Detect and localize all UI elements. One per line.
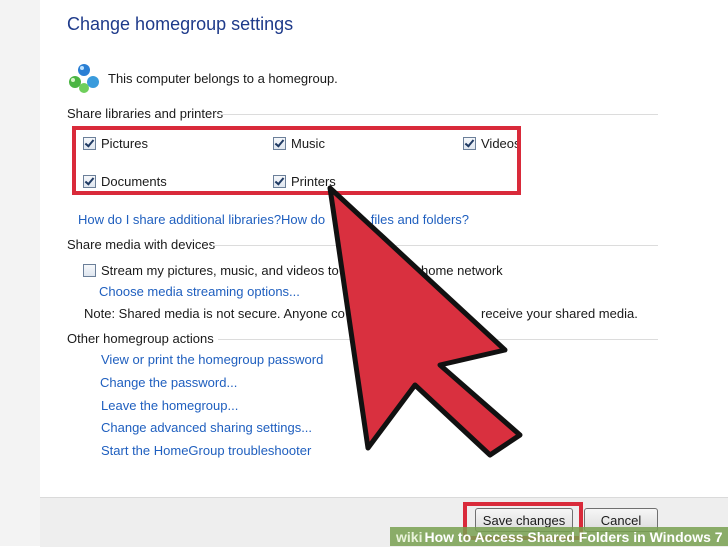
- homegroup-icon: [69, 64, 99, 93]
- section-divider: [218, 114, 658, 115]
- media-security-note-tail: receive your shared media.: [481, 306, 638, 321]
- section-divider: [218, 339, 658, 340]
- left-nav-strip: [0, 0, 40, 546]
- link-advanced-sharing[interactable]: Change advanced sharing settings...: [101, 420, 312, 435]
- section-other-actions: Other homegroup actions: [67, 331, 214, 346]
- link-change-password[interactable]: Change the password...: [100, 375, 237, 390]
- link-view-print-password[interactable]: View or print the homegroup password: [101, 352, 323, 367]
- media-security-note: Note: Shared media is not secure. Anyone…: [84, 306, 345, 321]
- caption-bar: wiki How to Access Shared Folders in Win…: [390, 527, 728, 546]
- link-leave-homegroup[interactable]: Leave the homegroup...: [101, 398, 238, 413]
- page-title: Change homegroup settings: [67, 14, 294, 34]
- checkbox-stream-media-box[interactable]: [83, 264, 96, 277]
- link-share-additional-libraries[interactable]: How do I share additional libraries?: [78, 212, 281, 227]
- link-homegroup-troubleshooter[interactable]: Start the HomeGroup troubleshooter: [101, 443, 311, 458]
- libraries-highlight-frame: [72, 126, 521, 195]
- homegroup-status: This computer belongs to a homegroup.: [108, 71, 338, 86]
- caption-brand: wiki: [396, 528, 423, 545]
- section-share-media: Share media with devices: [67, 237, 216, 252]
- caption-title: How to Access Shared Folders in Windows …: [424, 528, 723, 545]
- section-divider: [212, 245, 658, 246]
- link-media-streaming-options[interactable]: Choose media streaming options...: [99, 284, 300, 299]
- section-share-libraries: Share libraries and printers: [67, 106, 224, 121]
- link-exclude-files-prefix[interactable]: How do: [281, 212, 325, 227]
- checkbox-stream-media-label: Stream my pictures, music, and videos to…: [101, 263, 350, 278]
- checkbox-stream-media[interactable]: Stream my pictures, music, and videos to…: [83, 263, 350, 278]
- stream-media-label-tail: home network: [421, 263, 503, 278]
- link-exclude-files-suffix[interactable]: le files and folders?: [357, 212, 469, 227]
